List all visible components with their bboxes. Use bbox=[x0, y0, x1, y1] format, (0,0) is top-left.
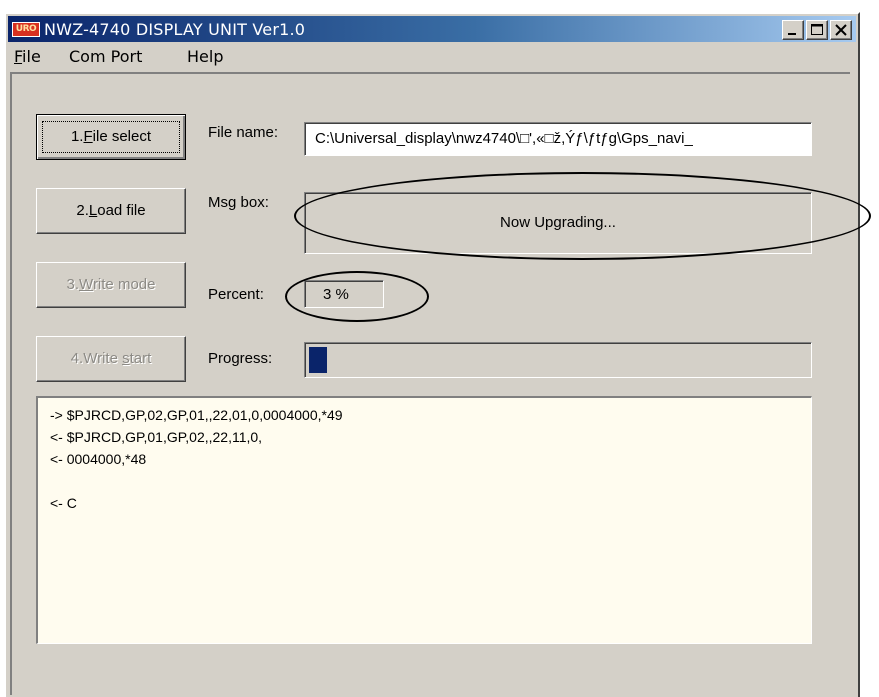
window-title: NWZ-4740 DISPLAY UNIT Ver1.0 bbox=[44, 20, 306, 39]
write-start-button[interactable]: 4.Write start bbox=[36, 336, 186, 382]
load-file-rest: oad file bbox=[97, 202, 146, 219]
write-mode-rest: rite mode bbox=[92, 276, 156, 293]
title-bar[interactable]: URO NWZ-4740 DISPLAY UNIT Ver1.0 bbox=[8, 16, 856, 42]
msg-box-label: Msg box: bbox=[208, 194, 269, 211]
menu-com-port[interactable]: Com Port bbox=[69, 46, 142, 68]
load-file-button[interactable]: 2.Load file bbox=[36, 188, 186, 234]
file-select-button[interactable]: 1.File select bbox=[36, 114, 186, 160]
write-start-mnemonic: s bbox=[122, 350, 130, 367]
file-name-value: C:\Universal_display\nwz4740\□',«□ž,Ýƒ\ƒ… bbox=[315, 130, 693, 147]
focus-rect bbox=[42, 121, 180, 153]
write-mode-button[interactable]: 3.Write mode bbox=[36, 262, 186, 308]
caption-buttons bbox=[782, 20, 852, 40]
percent-label: Percent: bbox=[208, 286, 264, 303]
annotation-ellipse-percent bbox=[285, 271, 429, 322]
progress-fill bbox=[309, 347, 327, 373]
log-line: <- 0004000,*48 bbox=[50, 451, 147, 467]
maximize-icon bbox=[811, 24, 823, 35]
minimize-icon bbox=[788, 33, 796, 35]
menu-bar: File Com Port Help bbox=[8, 44, 856, 70]
write-mode-mnemonic: W bbox=[79, 276, 93, 293]
file-name-label: File name: bbox=[208, 124, 279, 141]
menu-file[interactable]: File bbox=[14, 46, 41, 68]
write-mode-prefix: 3. bbox=[66, 276, 80, 293]
menu-help[interactable]: Help bbox=[187, 46, 223, 68]
close-button[interactable] bbox=[830, 20, 852, 40]
menu-file-mnemonic: F bbox=[14, 47, 23, 66]
minimize-button[interactable] bbox=[782, 20, 804, 40]
progress-bar bbox=[304, 342, 812, 378]
load-file-prefix: 2. bbox=[76, 202, 89, 219]
load-file-mnemonic: L bbox=[88, 202, 98, 219]
main-panel: 1.File select 2.Load file 3.Write mode 4… bbox=[10, 72, 850, 695]
log-output[interactable]: -> $PJRCD,GP,02,GP,01,,22,01,0,0004000,*… bbox=[36, 396, 812, 644]
menu-file-rest: ile bbox=[22, 47, 41, 66]
maximize-button[interactable] bbox=[806, 20, 828, 40]
write-start-prefix: 4.Write bbox=[70, 350, 123, 367]
write-start-rest: tart bbox=[129, 350, 152, 367]
log-line: <- $PJRCD,GP,01,GP,02,,22,11,0, bbox=[50, 429, 263, 445]
field-inner-border bbox=[305, 343, 811, 377]
annotation-ellipse-msg bbox=[294, 172, 871, 260]
log-line: -> $PJRCD,GP,02,GP,01,,22,01,0,0004000,*… bbox=[50, 407, 343, 423]
app-logo-icon: URO bbox=[12, 22, 40, 37]
progress-label: Progress: bbox=[208, 350, 273, 367]
close-icon bbox=[835, 24, 847, 36]
file-name-field[interactable]: C:\Universal_display\nwz4740\□',«□ž,Ýƒ\ƒ… bbox=[304, 122, 812, 156]
app-window: URO NWZ-4740 DISPLAY UNIT Ver1.0 File Co… bbox=[4, 12, 860, 697]
log-line: <- C bbox=[50, 495, 77, 511]
